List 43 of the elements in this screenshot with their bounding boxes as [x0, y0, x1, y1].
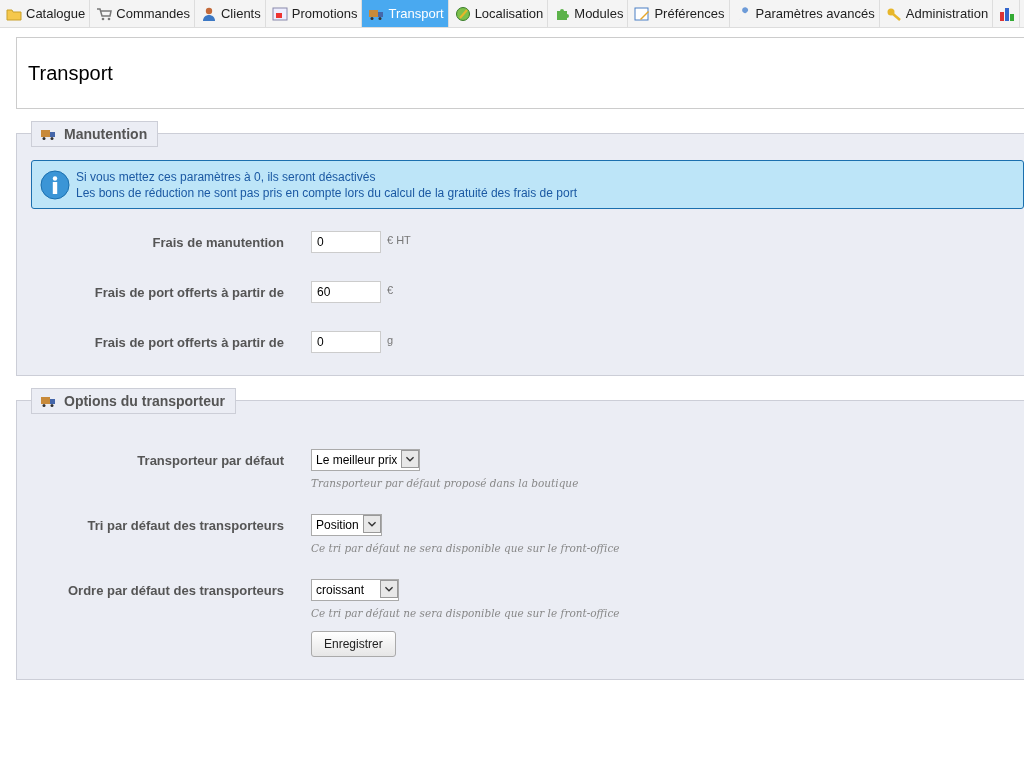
nav-tab[interactable]: Préférences [628, 0, 730, 27]
nav-tab[interactable]: Catalogue [0, 0, 91, 27]
nav-tab[interactable]: Clients [195, 0, 266, 27]
dropdown[interactable]: Le meilleur prix [311, 449, 421, 471]
field-label: Transporteur par défaut [136, 452, 284, 468]
globe-icon [454, 5, 471, 22]
field-label: Frais de manutention [151, 234, 284, 250]
field-label: Ordre par défaut des transporteurs [67, 582, 284, 598]
section-title: Options du transporteur [64, 393, 225, 409]
field-label: Tri par défaut des transporteurs [86, 517, 284, 533]
nav-tab[interactable]: Modules [548, 0, 629, 27]
unit-label: g [387, 333, 394, 346]
text-input[interactable]: 60 [311, 281, 381, 303]
cart-icon [96, 5, 113, 22]
section-title: Manutention [64, 126, 148, 142]
person-icon [201, 5, 217, 22]
info-text: Si vous mettez ces paramètres à 0, ils seront désactivés [76, 169, 377, 185]
bar-chart-icon [999, 5, 1016, 22]
nav-tab[interactable]: Commandes [90, 0, 195, 27]
hint-text: Ce tri par défaut ne sera disponible que sur le front-office [311, 607, 620, 619]
caret-icon [380, 580, 398, 598]
hint-text: Transporteur par défaut proposé dans la boutique [311, 477, 579, 489]
field-label: Frais de port offerts à partir de [93, 334, 284, 350]
unit-label: € [387, 283, 394, 296]
text-input[interactable]: 0 [311, 331, 381, 353]
dropdown[interactable]: Position [311, 514, 382, 536]
pencil-window-icon [634, 5, 651, 22]
nav-tab[interactable]: Administration [879, 0, 994, 27]
save-button[interactable]: Enregistrer [311, 631, 396, 657]
nav-tab[interactable]: Paramètres avancés [729, 0, 880, 27]
info-text: Les bons de réduction ne sont pas pris en compte lors du calcul de la gratuité des frais de port [76, 185, 577, 201]
info-icon [40, 170, 70, 200]
page-title: Transport [28, 61, 113, 85]
nav-tab[interactable]: Localisation [448, 0, 549, 27]
nav-tab[interactable]: Promotions [265, 0, 363, 27]
hint-text: Ce tri par défaut ne sera disponible que sur le front-office [311, 542, 620, 554]
unit-label: € HT [387, 233, 411, 246]
dropdown[interactable]: croissant [311, 579, 399, 601]
text-input[interactable]: 0 [311, 231, 381, 253]
caret-icon [401, 450, 420, 468]
field-label: Frais de port offerts à partir de [93, 284, 284, 300]
caret-icon [362, 515, 381, 533]
window-icon [271, 5, 288, 22]
